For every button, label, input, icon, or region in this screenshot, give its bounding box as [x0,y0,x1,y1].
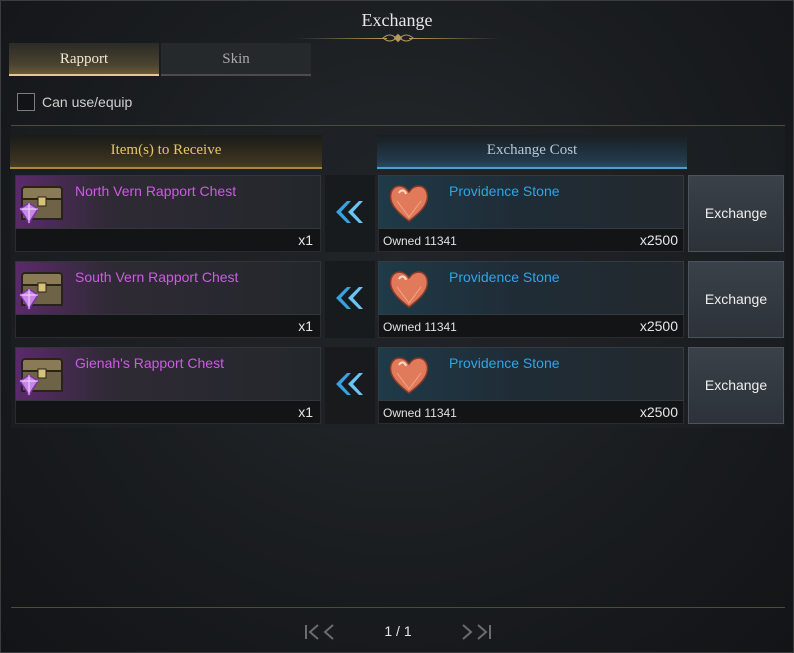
cost-item-card[interactable]: Providence Stone [378,261,684,315]
exchange-button[interactable]: Exchange [688,261,784,338]
receive-item-name: South Vern Rapport Chest [75,269,239,285]
owned-count: Owned 11341 [383,320,457,334]
receive-item-qty: x1 [298,232,313,248]
double-chevron-left-icon [336,373,363,395]
heart-stone-icon [389,185,429,222]
receive-item-card[interactable]: North Vern Rapport Chest [15,175,321,229]
first-page-icon[interactable] [303,623,337,641]
exchange-window: Exchange Rapport Skin Can use/equip Item… [0,0,794,653]
owned-count: Owned 11341 [383,234,457,248]
title-divider-left [297,38,387,39]
cost-item-name: Providence Stone [449,269,560,285]
cost-item-name: Providence Stone [449,183,560,199]
receive-item-name: Gienah's Rapport Chest [75,355,224,371]
chest-icon [18,186,63,225]
title-divider-right [409,38,499,39]
heart-stone-icon [389,357,429,394]
exchange-direction [325,175,375,252]
cost-item-footer: Owned 11341 x2500 [378,315,684,338]
exchange-row: South Vern Rapport Chest x1 Providence S… [1,261,794,343]
tab-skin[interactable]: Skin [161,43,311,76]
receive-item-footer: x1 [15,401,321,424]
title-ornament-icon [382,33,414,43]
owned-count: Owned 11341 [383,406,457,420]
receive-item-name: North Vern Rapport Chest [75,183,237,199]
chest-icon [18,272,63,311]
can-use-label: Can use/equip [42,94,133,110]
cost-qty: x2500 [639,404,678,420]
last-page-icon[interactable] [459,623,493,641]
exchange-button[interactable]: Exchange [688,347,784,424]
exchange-row: North Vern Rapport Chest x1 Providence S… [1,175,794,257]
cost-qty: x2500 [639,318,678,334]
exchange-row: Gienah's Rapport Chest x1 Providence Sto… [1,347,794,429]
receive-item-qty: x1 [298,404,313,420]
tab-rapport[interactable]: Rapport [9,43,159,76]
cost-column-header: Exchange Cost [377,135,687,169]
cost-item-footer: Owned 11341 x2500 [378,401,684,424]
can-use-checkbox[interactable] [17,93,35,111]
title-bar: Exchange [1,1,793,43]
double-chevron-left-icon [336,201,363,223]
receive-item-card[interactable]: Gienah's Rapport Chest [15,347,321,401]
cost-item-footer: Owned 11341 x2500 [378,229,684,252]
receive-item-footer: x1 [15,315,321,338]
cost-item-card[interactable]: Providence Stone [378,175,684,229]
page-indicator: 1 / 1 [384,623,412,639]
double-chevron-left-icon [336,287,363,309]
heart-stone-icon [389,271,429,308]
receive-item-footer: x1 [15,229,321,252]
exchange-direction [325,261,375,338]
receive-item-qty: x1 [298,318,313,334]
receive-item-card[interactable]: South Vern Rapport Chest [15,261,321,315]
exchange-button[interactable]: Exchange [688,175,784,252]
divider [11,607,785,608]
receive-column-header: Item(s) to Receive [10,135,322,169]
chest-icon [18,358,63,397]
cost-item-card[interactable]: Providence Stone [378,347,684,401]
pagination: 1 / 1 [1,619,794,645]
window-title: Exchange [361,10,433,30]
exchange-direction [325,347,375,424]
cost-qty: x2500 [639,232,678,248]
tab-bar: Rapport Skin [9,43,311,76]
cost-item-name: Providence Stone [449,355,560,371]
